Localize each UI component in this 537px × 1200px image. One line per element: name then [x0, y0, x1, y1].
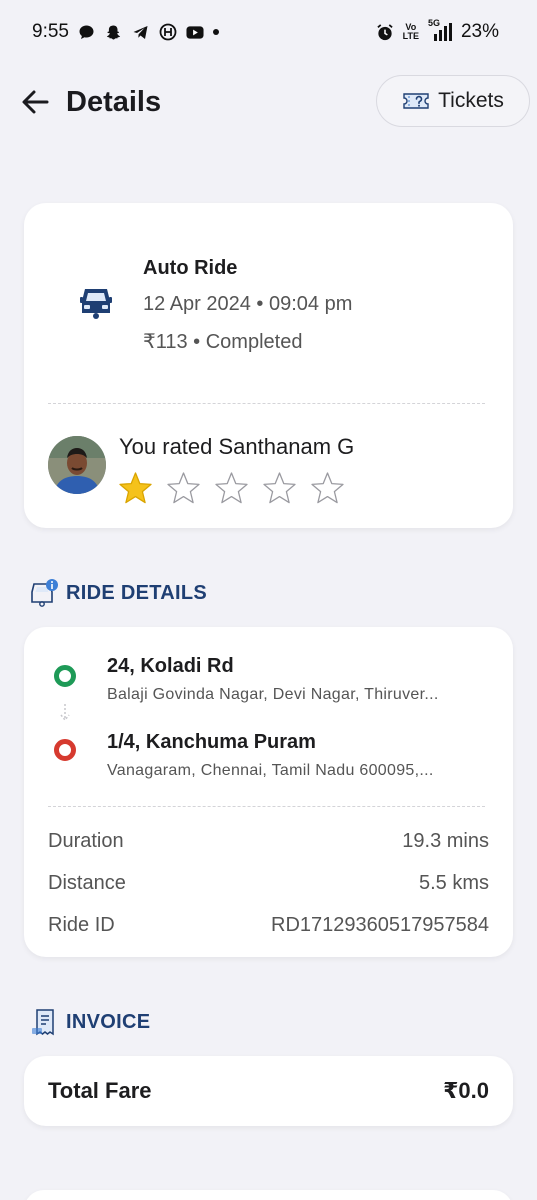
- drop-marker-icon: [54, 739, 76, 761]
- tickets-label: Tickets: [438, 89, 504, 112]
- drop-title: 1/4, Kanchuma Puram: [107, 731, 316, 753]
- invoice-title: INVOICE: [66, 1010, 151, 1033]
- alarm-icon: [376, 23, 394, 41]
- hotstar-icon: [159, 23, 177, 41]
- drop-location: 1/4, Kanchuma Puram Vanagaram, Chennai, …: [107, 731, 485, 780]
- route-arrow-icon: [60, 704, 70, 722]
- pickup-title: 24, Koladi Rd: [107, 655, 234, 677]
- pickup-marker-icon: [54, 665, 76, 687]
- ride-id-label: Ride ID: [48, 914, 115, 936]
- tickets-button[interactable]: Tickets: [376, 75, 530, 127]
- duration-label: Duration: [48, 830, 124, 852]
- rating-text: You rated Santhanam G: [119, 434, 355, 459]
- driver-avatar: [48, 436, 106, 494]
- ride-info-icon: [31, 579, 58, 607]
- battery-percent: 23%: [460, 21, 499, 42]
- status-bar: 9:55 Vo LTE 5G 23%: [0, 0, 537, 64]
- pickup-address: Balaji Govinda Nagar, Devi Nagar, Thiruv…: [107, 686, 439, 703]
- ride-type: Auto Ride: [143, 257, 238, 279]
- distance-row: Distance 5.5 kms: [48, 872, 489, 895]
- total-fare-value: ₹0.0: [443, 1078, 489, 1103]
- back-arrow-icon: [22, 90, 49, 114]
- total-fare-label: Total Fare: [48, 1078, 152, 1103]
- ride-fare-status: ₹113 • Completed: [143, 331, 303, 353]
- invoice-heading: INVOICE: [31, 1008, 150, 1036]
- pickup-location: 24, Koladi Rd Balaji Govinda Nagar, Devi…: [107, 655, 485, 704]
- rating-stars[interactable]: [118, 471, 345, 506]
- star-empty-icon[interactable]: [310, 471, 345, 506]
- next-card-partial: [24, 1190, 513, 1200]
- total-fare-card[interactable]: Total Fare ₹0.0: [24, 1056, 513, 1126]
- distance-value: 5.5 kms: [418, 872, 489, 894]
- status-right: Vo LTE 5G 23%: [376, 19, 499, 43]
- star-empty-icon[interactable]: [166, 471, 201, 506]
- volte-bottom-label: LTE: [402, 31, 419, 41]
- ride-id-row: Ride ID RD17129360517957584: [48, 914, 489, 937]
- duration-value: 19.3 mins: [402, 830, 489, 852]
- ride-datetime: 12 Apr 2024 • 09:04 pm: [143, 293, 353, 315]
- ticket-help-icon: [403, 93, 429, 109]
- telegram-icon: [132, 23, 150, 41]
- status-left: 9:55: [32, 21, 219, 43]
- star-empty-icon[interactable]: [262, 471, 297, 506]
- back-button[interactable]: [20, 87, 50, 117]
- auto-rickshaw-icon: [79, 285, 113, 326]
- divider: [48, 403, 485, 404]
- drop-address: Vanagaram, Chennai, Tamil Nadu 600095,..…: [107, 762, 434, 779]
- snapchat-icon: [105, 23, 123, 41]
- ride-summary-card[interactable]: Auto Ride 12 Apr 2024 • 09:04 pm ₹113 • …: [24, 203, 513, 528]
- more-notifications-dot-icon: [212, 29, 219, 35]
- distance-label: Distance: [48, 872, 126, 894]
- volte-indicator: Vo LTE: [403, 23, 419, 41]
- chat-bubble-icon: [78, 23, 96, 41]
- ride-details-card: 24, Koladi Rd Balaji Govinda Nagar, Devi…: [24, 627, 513, 957]
- status-time: 9:55: [32, 21, 69, 42]
- invoice-receipt-icon: [32, 1009, 54, 1036]
- ride-details-title: RIDE DETAILS: [66, 581, 208, 604]
- page-title: Details: [66, 85, 162, 118]
- ride-id-value[interactable]: RD17129360517957584: [271, 914, 489, 937]
- app-header: Details Tickets: [0, 72, 537, 132]
- ride-details-heading: RIDE DETAILS: [31, 578, 207, 608]
- duration-row: Duration 19.3 mins: [48, 830, 489, 853]
- signal-indicator: 5G: [428, 19, 452, 41]
- divider: [48, 806, 485, 807]
- youtube-icon: [186, 23, 204, 41]
- network-5g-label: 5G: [427, 18, 440, 28]
- star-empty-icon[interactable]: [214, 471, 249, 506]
- star-filled-icon[interactable]: [118, 471, 153, 506]
